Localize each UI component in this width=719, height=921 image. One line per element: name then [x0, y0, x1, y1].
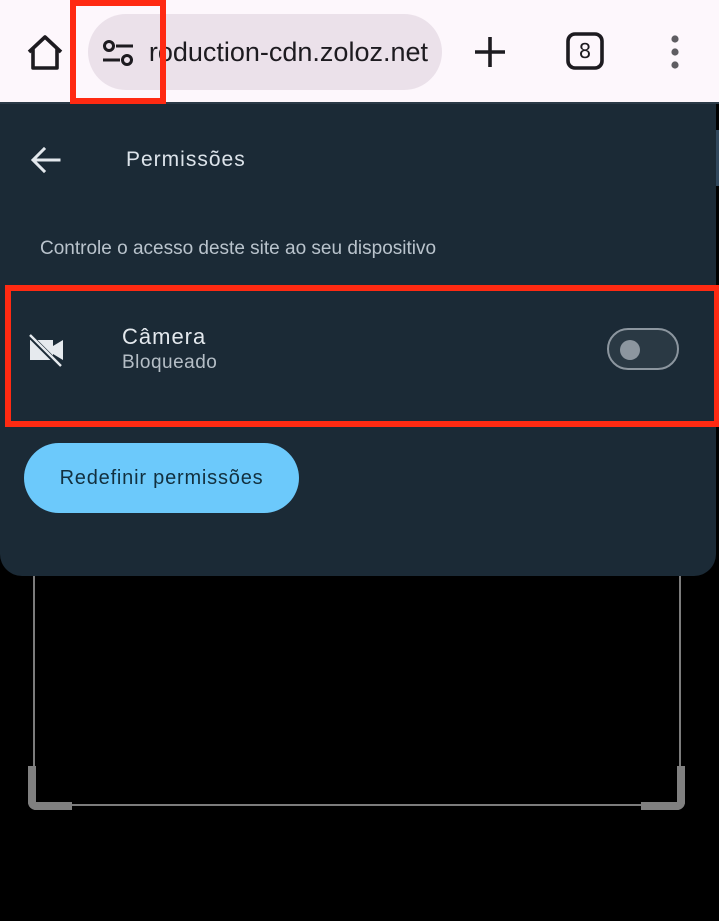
permission-name: Câmera — [122, 324, 207, 349]
toggle-knob — [620, 340, 640, 360]
browser-toolbar: production-cdn.zoloz.net 8 — [0, 0, 719, 104]
camera-off-icon — [27, 333, 63, 368]
permission-status: Bloqueado — [122, 352, 218, 373]
tab-count: 8 — [578, 39, 592, 63]
camera-scan-frame — [33, 560, 681, 806]
url-text[interactable]: production-cdn.zoloz.net — [148, 14, 428, 90]
panel-subtitle: Controle o acesso deste site ao seu disp… — [40, 238, 437, 259]
panel-title: Permissões — [126, 148, 246, 171]
permission-row-camera[interactable]: Câmera Bloqueado — [12, 290, 708, 414]
tune-icon — [103, 40, 133, 66]
camera-permission-toggle[interactable] — [607, 328, 679, 370]
browser-screen: production-cdn.zoloz.net 8 Permissões Co… — [0, 0, 719, 921]
frame-corner-bottom-left — [28, 766, 72, 810]
overflow-menu-button[interactable] — [660, 32, 690, 72]
tab-switcher-button[interactable]: 8 — [566, 32, 604, 70]
back-button[interactable] — [28, 142, 64, 178]
address-bar[interactable]: production-cdn.zoloz.net — [88, 14, 442, 90]
home-button[interactable] — [22, 30, 68, 76]
more-vert-icon — [671, 35, 679, 69]
new-tab-button[interactable] — [470, 32, 510, 72]
permissions-panel: Permissões Controle o acesso deste site … — [0, 104, 716, 576]
arrow-left-icon — [30, 146, 61, 174]
site-settings-button[interactable] — [100, 36, 136, 70]
reset-permissions-button[interactable]: Redefinir permissões — [24, 443, 299, 513]
home-icon — [27, 35, 63, 70]
frame-corner-bottom-right — [641, 766, 685, 810]
plus-icon — [475, 37, 505, 67]
